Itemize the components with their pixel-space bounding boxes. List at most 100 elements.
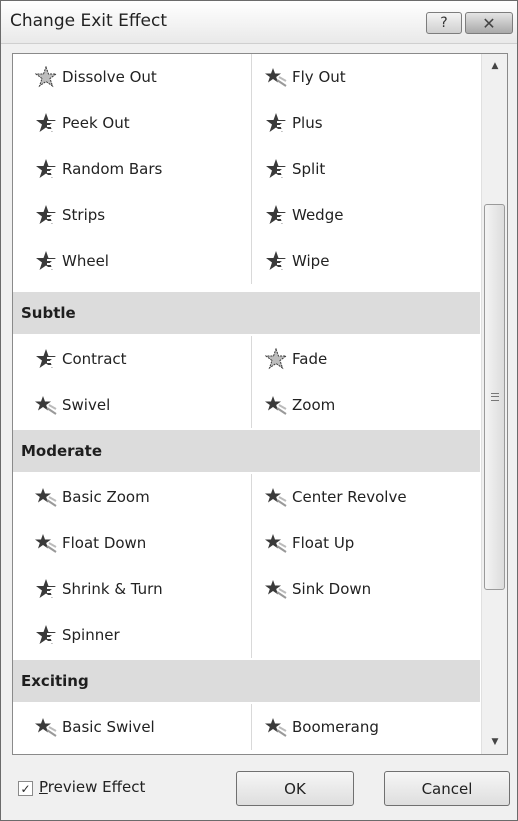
chevron-down-icon: ▼ xyxy=(491,737,499,747)
effect-label: Wedge xyxy=(292,206,344,224)
vertical-scrollbar[interactable]: ▲ ▼ xyxy=(481,54,507,754)
effect-label: Spinner xyxy=(62,626,120,644)
center-revolve-star-icon xyxy=(265,486,287,508)
effect-item-plus[interactable]: Plus xyxy=(265,100,485,146)
effect-item-boomerang[interactable]: Boomerang xyxy=(265,704,485,750)
effects-list-content: Dissolve Out Fly Out Peek Out Plus Rando… xyxy=(13,54,480,754)
peek-star-icon xyxy=(35,112,57,134)
contract-star-icon xyxy=(35,348,57,370)
basic-swivel-star-icon xyxy=(35,716,57,738)
title-bar[interactable]: Change Exit Effect ? ✕ xyxy=(1,1,517,44)
swivel-star-icon xyxy=(35,394,57,416)
category-header-exciting: Exciting xyxy=(13,660,480,702)
list-row: Peek Out Plus xyxy=(13,100,480,146)
fly-star-icon xyxy=(265,66,287,88)
effect-label: Swivel xyxy=(62,396,111,414)
effect-label: Float Up xyxy=(292,534,355,552)
effect-item-fly-out[interactable]: Fly Out xyxy=(265,54,485,100)
list-row: Swivel Zoom xyxy=(13,382,480,428)
check-icon: ✓ xyxy=(20,781,31,796)
basic-zoom-star-icon xyxy=(35,486,57,508)
effect-label: Wipe xyxy=(292,252,330,270)
help-icon: ? xyxy=(440,15,448,31)
effect-item-basic-swivel[interactable]: Basic Swivel xyxy=(35,704,255,750)
sink-down-star-icon xyxy=(265,578,287,600)
effect-item-strips[interactable]: Strips xyxy=(35,192,255,238)
category-header-subtle: Subtle xyxy=(13,292,480,334)
effect-item-split[interactable]: Split xyxy=(265,146,485,192)
effect-label: Fade xyxy=(292,350,328,368)
effect-item-dissolve-out[interactable]: Dissolve Out xyxy=(34,54,255,100)
wipe-star-icon xyxy=(265,250,287,272)
effect-label: Boomerang xyxy=(292,718,379,736)
effect-label: Random Bars xyxy=(62,160,163,178)
list-row: Spinner xyxy=(13,612,480,658)
wedge-star-icon xyxy=(265,204,287,226)
effect-label: Plus xyxy=(292,114,323,132)
effect-item-spinner[interactable]: Spinner xyxy=(35,612,255,658)
preview-effect-checkbox[interactable]: ✓ xyxy=(18,781,33,796)
effects-list[interactable]: Dissolve Out Fly Out Peek Out Plus Rando… xyxy=(12,53,508,755)
list-row: Wheel Wipe xyxy=(13,238,480,284)
random-bars-star-icon xyxy=(35,158,57,180)
ok-button[interactable]: OK xyxy=(236,771,354,806)
float-down-star-icon xyxy=(35,532,57,554)
chevron-up-icon: ▲ xyxy=(491,61,499,71)
effect-label: Wheel xyxy=(62,252,109,270)
effect-label: Basic Swivel xyxy=(62,718,155,736)
dialog-footer: ✓ Preview Effect OK Cancel xyxy=(1,761,517,819)
effect-item-fade[interactable]: Fade xyxy=(264,336,485,382)
effect-label: Zoom xyxy=(292,396,336,414)
effect-item-float-up[interactable]: Float Up xyxy=(265,520,485,566)
effect-label: Sink Down xyxy=(292,580,372,598)
shrink-turn-star-icon xyxy=(35,578,57,600)
help-button[interactable]: ? xyxy=(426,12,462,34)
effect-item-wedge[interactable]: Wedge xyxy=(265,192,485,238)
effect-label: Strips xyxy=(62,206,106,224)
effect-item-random-bars[interactable]: Random Bars xyxy=(35,146,255,192)
cancel-button[interactable]: Cancel xyxy=(384,771,510,806)
effect-item-zoom[interactable]: Zoom xyxy=(265,382,485,428)
float-up-star-icon xyxy=(265,532,287,554)
grip-icon xyxy=(490,393,499,401)
split-star-icon xyxy=(265,158,287,180)
effect-item-wheel[interactable]: Wheel xyxy=(35,238,255,284)
effect-label: Basic Zoom xyxy=(62,488,150,506)
effect-label: Split xyxy=(292,160,326,178)
plus-star-icon xyxy=(265,112,287,134)
effect-item-float-down[interactable]: Float Down xyxy=(35,520,255,566)
list-row: Shrink & Turn Sink Down xyxy=(13,566,480,612)
boomerang-star-icon xyxy=(265,716,287,738)
scroll-down-button[interactable]: ▼ xyxy=(482,730,507,754)
list-row: Basic Zoom Center Revolve xyxy=(13,474,480,520)
fade-star-icon xyxy=(264,347,288,370)
list-row: Contract Fade xyxy=(13,336,480,382)
effect-label: Peek Out xyxy=(62,114,130,132)
effect-label: Dissolve Out xyxy=(62,68,157,86)
effect-item-basic-zoom[interactable]: Basic Zoom xyxy=(35,474,255,520)
list-row: Dissolve Out Fly Out xyxy=(13,54,480,100)
effect-label: Center Revolve xyxy=(292,488,407,506)
scroll-up-button[interactable]: ▲ xyxy=(482,54,507,78)
wheel-star-icon xyxy=(35,250,57,272)
effect-item-shrink-turn[interactable]: Shrink & Turn xyxy=(35,566,255,612)
effect-item-wipe[interactable]: Wipe xyxy=(265,238,485,284)
dialog-title: Change Exit Effect xyxy=(10,11,168,31)
category-header-moderate: Moderate xyxy=(13,430,480,472)
effect-item-sink-down[interactable]: Sink Down xyxy=(265,566,485,612)
zoom-star-icon xyxy=(265,394,287,416)
effect-item-contract[interactable]: Contract xyxy=(35,336,255,382)
list-row: Random Bars Split xyxy=(13,146,480,192)
effect-item-swivel[interactable]: Swivel xyxy=(35,382,255,428)
close-icon: ✕ xyxy=(482,13,496,33)
effect-label: Contract xyxy=(62,350,127,368)
effect-label: Float Down xyxy=(62,534,147,552)
close-button[interactable]: ✕ xyxy=(465,12,513,34)
scrollbar-thumb[interactable] xyxy=(484,204,505,590)
preview-effect-label[interactable]: Preview Effect xyxy=(39,778,145,796)
strips-star-icon xyxy=(35,204,57,226)
effect-item-peek-out[interactable]: Peek Out xyxy=(35,100,255,146)
effect-label: Fly Out xyxy=(292,68,346,86)
list-row: Basic Swivel Boomerang xyxy=(13,704,480,750)
effect-item-center-revolve[interactable]: Center Revolve xyxy=(265,474,485,520)
